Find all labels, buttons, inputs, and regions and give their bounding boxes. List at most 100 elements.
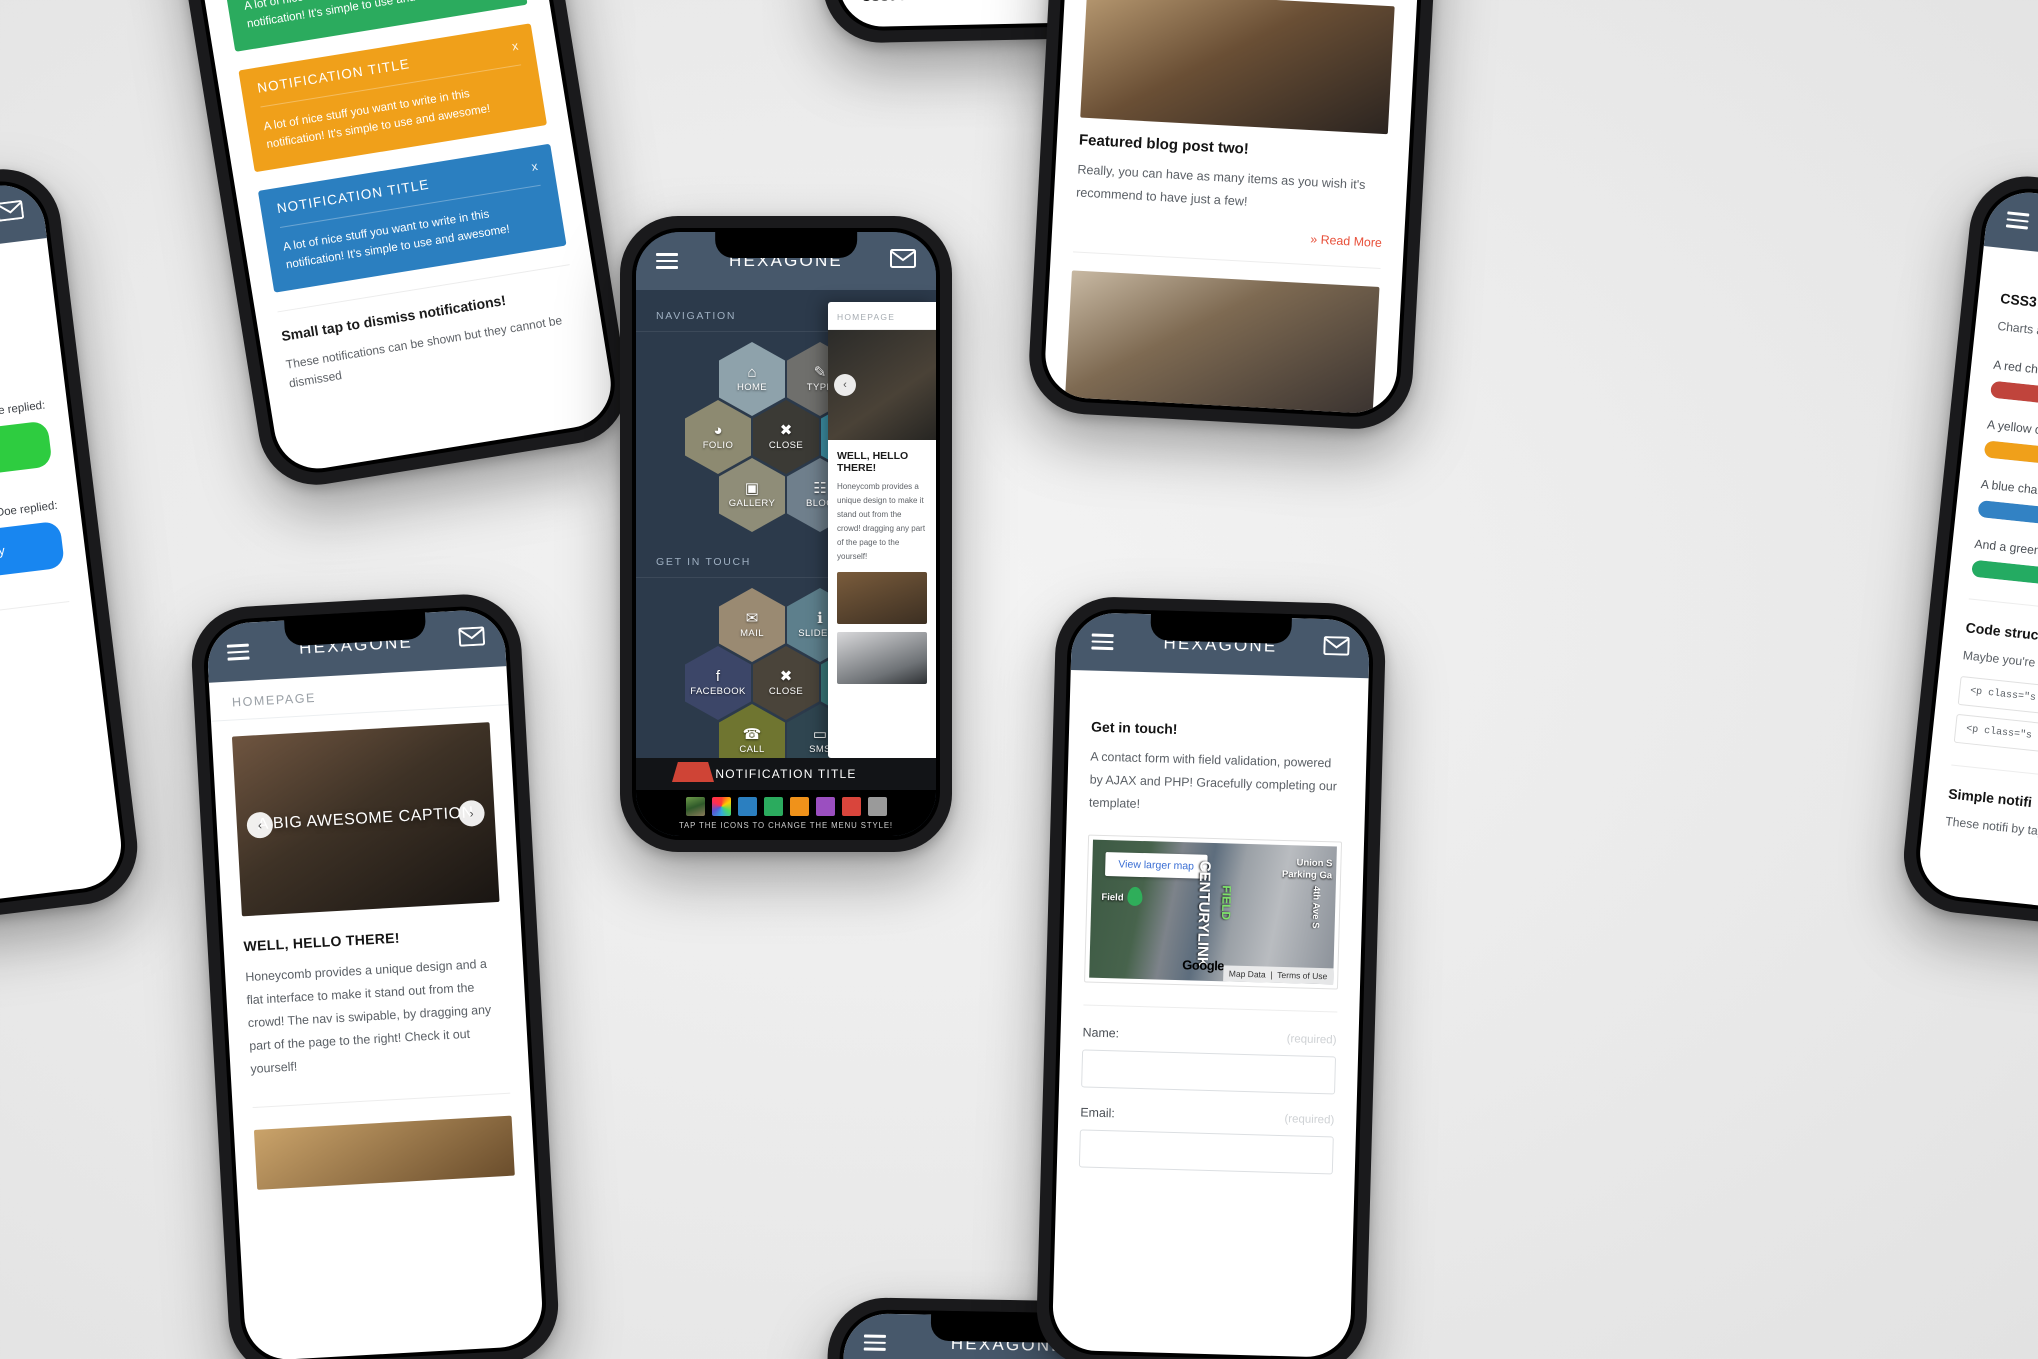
thumbnail-two[interactable] [837,632,927,684]
screen: HEXAGONE CSS3 Horizo Charts are awe colo… [1915,188,2038,924]
google-logo: Google [1182,957,1225,974]
name-field-label: Name: [1082,1025,1120,1041]
palette-tip: TAP THE ICONS TO CHANGE THE MENU STYLE! [678,820,894,830]
blog-post-excerpt: Really, you can have as many items as yo… [1075,162,1366,210]
phone-icon: ☎ [742,726,762,743]
mail-icon[interactable] [458,626,486,651]
email-input[interactable] [1078,1129,1334,1175]
facebook-icon: f [715,668,721,685]
close-icon[interactable]: x [530,159,538,174]
mail-icon[interactable] [0,200,25,227]
envelope-icon: ✉ [745,610,759,627]
map-label-avenue: 4th Ave S [1309,885,1322,929]
mail-icon[interactable] [890,249,916,273]
swatch-gray[interactable] [867,796,887,816]
hamburger-icon[interactable] [1091,633,1114,651]
swatch-green[interactable] [763,796,783,816]
divider [252,1092,511,1108]
map-data-label[interactable]: Map Data [1229,968,1266,979]
camera-icon: ▣ [744,480,760,497]
blog-image-one [1080,0,1395,135]
code-line-two: <p class="s [1953,713,2038,770]
email-field-label-row: Email: (required) [1080,1105,1334,1126]
notification-blue[interactable]: NOTIFICATION TITLE x A lot of nice stuff… [257,143,567,293]
notification-bar[interactable]: NOTIFICATION TITLE [636,758,936,790]
contact-body: Get in touch! A contact form with field … [1056,670,1369,1211]
pencil-icon: ✎ [813,364,827,381]
notifications-list: NOTIFICATION TITLE x A lot of nice stuff… [175,0,608,415]
close-icon: ✖ [779,422,793,439]
name-field-label-row: Name: (required) [1082,1025,1336,1046]
chart-bar-green [1971,559,2038,592]
blog-body: Featured blog post two! Really, you can … [1043,0,1433,415]
map-pin-icon [1127,886,1143,906]
close-icon: ✖ [779,668,793,685]
map-container[interactable]: View larger map Field CENTURYLINK FIELD … [1084,834,1343,990]
map-label-centurylink: CENTURYLINK [1193,860,1214,968]
name-input[interactable] [1081,1049,1337,1095]
content-body: Honeycomb provides a unique design to ma… [837,482,926,561]
notification-bar-title: NOTIFICATION TITLE [715,767,857,781]
terms-of-use-label[interactable]: Terms of Use [1277,970,1327,981]
bezel: HEXAGONE Get in touch! A contact form wi… [1047,607,1375,1359]
thumbnail-one[interactable] [837,572,927,624]
hex-nav-screen: HEXAGONE NAVIGATION ⌂ HOME ✎ TYPE ◕ FOLI… [636,232,936,836]
read-more-link[interactable]: » Read More [1074,219,1382,250]
mail-icon[interactable] [1323,636,1350,661]
swatch-rainbow[interactable] [711,796,731,816]
hex-label: CLOSE [768,686,804,697]
phone-css3-charts: HEXAGONE CSS3 Horizo Charts are awe colo… [1898,170,2038,942]
hamburger-icon[interactable] [863,1334,886,1351]
breadcrumb: HOMEPAGE [828,302,936,330]
hamburger-icon[interactable] [2005,211,2030,230]
chart-bar-yellow [1983,440,2038,477]
bezel: NOTIFICATION TITLE x A lot of nice stuff… [170,0,622,480]
page-body: Honeycomb provides a unique design and a… [244,956,492,1076]
map-label-union: Union S [1296,857,1333,870]
contact-body-text: A contact form with field validation, po… [1088,749,1338,811]
map-image[interactable]: View larger map Field CENTURYLINK FIELD … [1089,839,1337,985]
swatch-image[interactable] [685,796,705,816]
swatch-blue[interactable] [737,796,757,816]
charts-body-text: Charts are awe color variations [1996,318,2038,350]
info-icon: ℹ [817,610,823,627]
content-heading: WELL, HELLO THERE! [837,450,909,474]
charts-body: CSS3 Horizo Charts are awe color variati… [1920,246,2038,880]
chart-track [1977,499,2038,544]
contact-heading: Get in touch! [1090,718,1178,737]
bezel: Featured blog post two! Really, you can … [1038,0,1438,420]
home-icon: ⌂ [747,364,757,381]
book-icon: ☷ [813,480,827,497]
phone-blog: Featured blog post two! Really, you can … [1026,0,1450,432]
swatch-orange[interactable] [789,796,809,816]
chat-bubble-green: ...d it's not that ...e bubbles, only [0,420,53,498]
bezel: HEXAGONE CSS3 Horizo Charts are awe colo… [1911,183,2038,929]
close-icon[interactable]: x [511,39,519,54]
swatch-purple[interactable] [815,796,835,816]
email-field-required: (required) [1284,1112,1335,1127]
notification-orange[interactable]: NOTIFICATION TITLE x A lot of nice stuff… [238,23,548,173]
hex-label: FOLIO [702,440,734,451]
notification-text: A lot of nice stuff you want to write in… [243,0,472,31]
hamburger-icon[interactable] [656,253,678,269]
phone-homepage: HEXAGONE HOMEPAGE ‹ A BIG AWESOME CAPTIO… [188,591,562,1359]
screen: NOTIFICATION TITLE x A lot of nice stuff… [174,0,618,475]
chat-bubble-blue: ...d it's not that ...e bubbles, only [0,521,66,598]
button-row-2: tton [0,705,86,770]
swatch-red[interactable] [841,796,861,816]
view-larger-map-button[interactable]: View larger map [1105,851,1208,879]
chart-track [1971,559,2038,604]
content-card[interactable]: HOMEPAGE ‹ WELL, HELLO THERE! Honeycomb … [828,302,936,758]
hamburger-icon[interactable] [226,643,250,661]
blog-post-title: Your awesome blog title [1063,412,1371,415]
hex-label: GALLERY [728,498,776,509]
prev-arrow-icon[interactable]: ‹ [834,374,856,396]
thumbnail-strip[interactable] [253,1115,515,1190]
screen: HEXAGONE HOMEPAGE ‹ A BIG AWESOME CAPTIO… [205,608,545,1359]
next-arrow-icon[interactable]: › [457,799,486,828]
hex-gallery[interactable]: ▣ GALLERY [719,458,785,532]
phone-notifications: NOTIFICATION TITLE x A lot of nice stuff… [156,0,636,494]
hero-slider[interactable]: ‹ A BIG AWESOME CAPTION › [231,722,500,917]
phone-hexagone-nav: HEXAGONE NAVIGATION ⌂ HOME ✎ TYPE ◕ FOLI… [620,216,952,852]
hex-label: FACEBOOK [690,686,746,697]
